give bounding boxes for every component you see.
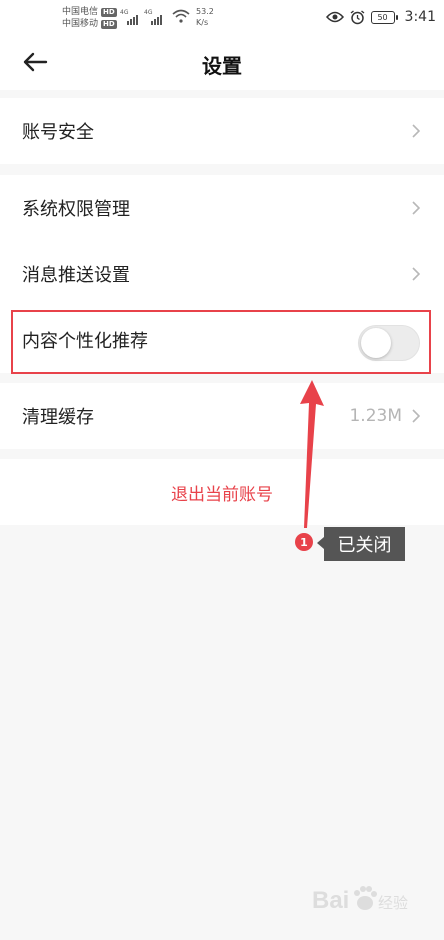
speed-unit: K/s <box>196 18 209 27</box>
push-settings-label: 消息推送设置 <box>22 265 130 286</box>
baidu-watermark-logo: Bai 经验 <box>312 886 408 914</box>
svg-text:Bai: Bai <box>312 887 349 914</box>
system-permissions-item[interactable]: 系统权限管理 <box>0 175 444 241</box>
hd-badge: HD <box>101 19 117 29</box>
settings-group-main: 系统权限管理 消息推送设置 内容个性化推荐 <box>0 175 444 373</box>
eye-icon <box>325 11 344 23</box>
logout-button[interactable]: 退出当前账号 <box>0 459 444 525</box>
speed-value: 53.2 <box>196 7 214 16</box>
chevron-right-icon <box>412 267 420 281</box>
toggle-knob <box>361 328 391 358</box>
settings-group-cache: 清理缓存 1.23M <box>0 383 444 449</box>
network-speed: 53.2 K/s <box>196 6 214 28</box>
carrier-2: 中国移动 <box>62 19 99 29</box>
annotation-label: 已关闭 <box>324 527 405 561</box>
clear-cache-label: 清理缓存 <box>22 407 94 428</box>
personalized-recommend-toggle[interactable] <box>358 325 420 361</box>
chevron-right-icon <box>412 201 420 215</box>
cache-size: 1.23M <box>349 406 402 426</box>
annotation-number: 1 <box>295 533 313 551</box>
account-security-item[interactable]: 账号安全 <box>0 98 444 164</box>
account-security-label: 账号安全 <box>22 122 94 143</box>
carrier-info: 中国电信 HD 中国移动 HD <box>62 6 117 30</box>
battery-icon: 50 <box>370 10 398 24</box>
alarm-icon <box>350 9 364 24</box>
svg-text:经验: 经验 <box>378 894 408 912</box>
push-settings-item[interactable]: 消息推送设置 <box>0 241 444 307</box>
status-bar: 中国电信 HD 中国移动 HD 4G 4G 53.2 K/s 50 3:41 <box>0 0 444 34</box>
signal-icons: 4G 4G <box>120 9 162 25</box>
settings-group-account: 账号安全 <box>0 98 444 164</box>
status-time: 3:41 <box>404 9 436 25</box>
hd-badge: HD <box>101 7 117 17</box>
clear-cache-item[interactable]: 清理缓存 1.23M <box>0 383 444 449</box>
personalized-recommend-item: 内容个性化推荐 <box>0 307 444 373</box>
chevron-right-icon <box>412 124 420 138</box>
status-right: 50 3:41 <box>325 9 436 25</box>
signal-icon: 4G <box>144 9 162 25</box>
system-permissions-label: 系统权限管理 <box>22 199 130 220</box>
page-title: 设置 <box>202 54 242 78</box>
header: 设置 <box>0 34 444 90</box>
logout-label: 退出当前账号 <box>171 484 273 505</box>
annotation-pointer <box>317 537 324 549</box>
personalized-recommend-label: 内容个性化推荐 <box>22 331 148 352</box>
annotation-arrow-icon <box>300 380 324 528</box>
carrier-1: 中国电信 <box>62 7 99 17</box>
wifi-icon <box>172 9 190 23</box>
signal-icon: 4G <box>120 9 138 25</box>
chevron-right-icon <box>412 409 420 423</box>
